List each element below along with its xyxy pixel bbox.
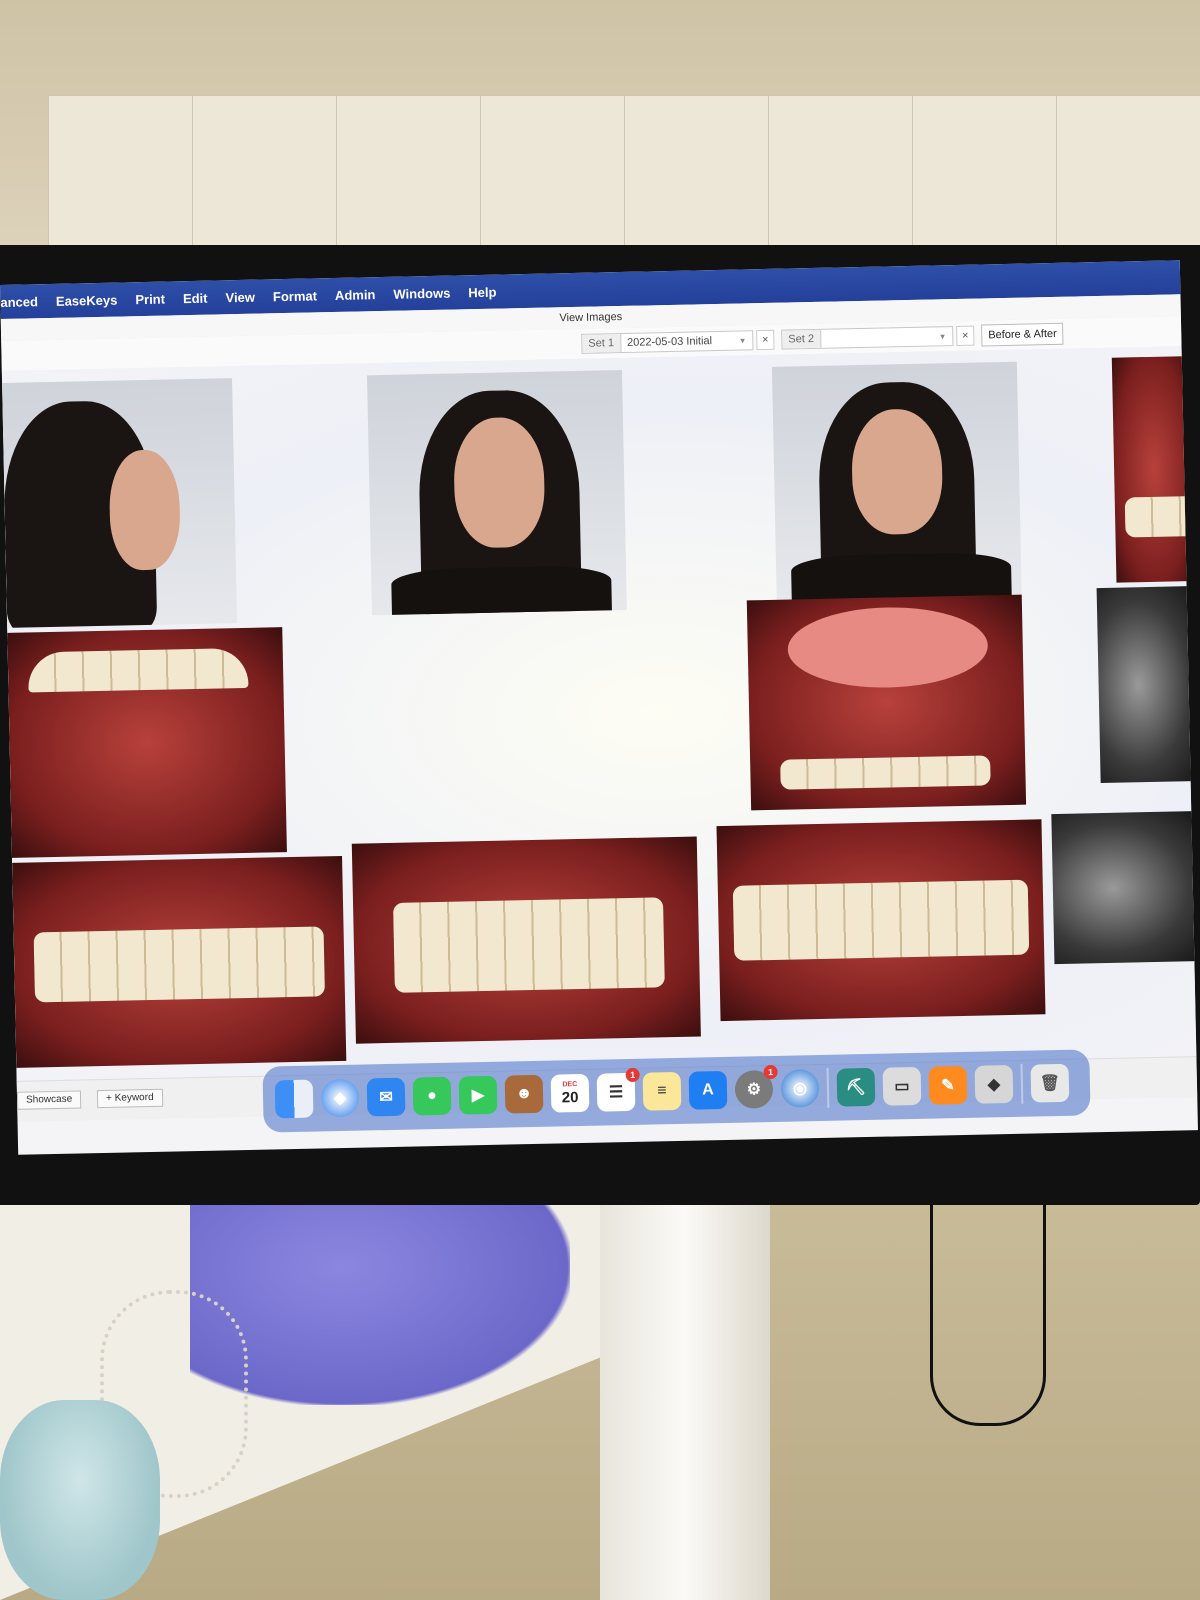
menu-item-help[interactable]: Help xyxy=(468,284,496,300)
chevron-down-icon: ▾ xyxy=(940,330,945,341)
trash-icon[interactable]: 🗑 xyxy=(1030,1063,1070,1103)
keyword-button[interactable]: + Keyword xyxy=(96,1088,163,1109)
facetime-icon[interactable]: ▶ xyxy=(458,1075,498,1115)
finder-icon[interactable] xyxy=(274,1079,314,1119)
notes-icon[interactable]: ≡ xyxy=(642,1071,682,1111)
set2-label: Set 2 xyxy=(782,329,822,349)
cabinet-panel xyxy=(1056,95,1200,257)
app-icon[interactable]: ◆ xyxy=(974,1064,1014,1104)
app-icon[interactable]: ▭ xyxy=(882,1066,922,1106)
set2-select[interactable]: Set 2 ▾ xyxy=(781,326,954,350)
messages-icon[interactable]: ● xyxy=(412,1076,452,1116)
panoramic-xray[interactable] xyxy=(1051,810,1198,965)
contacts-icon[interactable]: ☻ xyxy=(504,1074,544,1114)
set1-select[interactable]: Set 1 2022-05-03 Initial ▾ xyxy=(581,330,754,354)
left-buccal-photo[interactable] xyxy=(716,819,1046,1022)
settings-badge: 1 xyxy=(763,1064,778,1080)
system-settings-icon[interactable]: ⚙ 1 xyxy=(734,1064,778,1109)
menu-item-easekeys[interactable]: EaseKeys xyxy=(56,292,118,308)
browser-icon[interactable]: ◎ xyxy=(780,1069,820,1108)
frontal-photo[interactable] xyxy=(366,369,627,616)
cabinet-panel xyxy=(624,95,769,257)
set1-value: 2022-05-03 Initial xyxy=(626,335,713,349)
image-workspace xyxy=(1,346,1198,1081)
showcase-button[interactable]: Showcase xyxy=(16,1090,82,1110)
menu-item-view[interactable]: View xyxy=(225,289,255,305)
set1-label: Set 1 xyxy=(582,334,622,353)
menu-item-print[interactable]: Print xyxy=(135,291,165,307)
cabinet-panel xyxy=(912,95,1057,257)
menu-item-windows[interactable]: Windows xyxy=(393,285,450,301)
dock-divider xyxy=(1020,1063,1024,1104)
set1-clear-button[interactable]: × xyxy=(756,329,775,351)
calendar-icon[interactable]: DEC 20 xyxy=(550,1073,590,1113)
ceph-xray[interactable] xyxy=(1096,586,1198,784)
menu-item-format[interactable]: Format xyxy=(273,288,317,304)
screen: anced EaseKeys Print Edit View Format Ad… xyxy=(0,260,1198,1155)
frontal-intraoral-photo[interactable] xyxy=(351,836,701,1044)
pages-icon[interactable]: ✎ xyxy=(928,1065,968,1105)
menu-item-edit[interactable]: Edit xyxy=(183,290,208,306)
chevron-down-icon: ▾ xyxy=(740,334,745,346)
dock-divider xyxy=(826,1067,830,1108)
cabinet-panel xyxy=(480,95,625,257)
menu-item-admin[interactable]: Admin xyxy=(335,287,376,303)
cabinet-panel xyxy=(192,95,337,257)
cabinet-panel xyxy=(336,95,481,257)
tongue xyxy=(786,605,989,690)
reminders-icon[interactable]: ☰ 1 xyxy=(596,1067,640,1112)
set2-clear-button[interactable]: × xyxy=(956,325,975,346)
upper-occlusal-photo[interactable] xyxy=(7,627,287,858)
before-after-button[interactable]: Before & After xyxy=(981,322,1064,347)
dental-mold xyxy=(0,1400,160,1600)
mail-icon[interactable]: ✉ xyxy=(366,1077,406,1117)
reminders-badge: 1 xyxy=(625,1067,640,1083)
right-buccal-photo[interactable] xyxy=(12,855,347,1068)
app-store-icon[interactable]: A xyxy=(688,1070,728,1110)
smile-photo[interactable] xyxy=(771,361,1022,602)
profile-photo[interactable] xyxy=(2,378,238,628)
cabinet-panel xyxy=(768,95,913,257)
monitor-stand xyxy=(600,1150,770,1600)
menu-item-app[interactable]: anced xyxy=(0,294,38,310)
cabinet-panel xyxy=(48,95,193,257)
calendar-day: 20 xyxy=(561,1088,579,1106)
set2-value xyxy=(821,336,940,338)
safari-icon[interactable]: ◈ xyxy=(320,1078,360,1118)
app-icon[interactable]: ⛏ xyxy=(836,1067,876,1107)
lower-occlusal-photo[interactable] xyxy=(746,594,1027,811)
